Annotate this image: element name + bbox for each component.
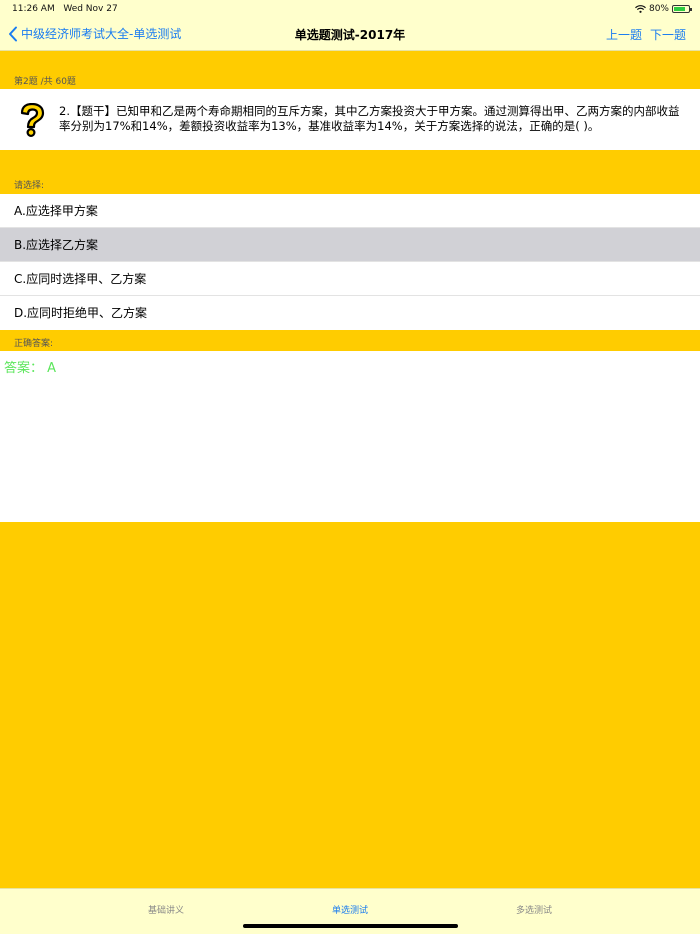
answer-header: 正确答案: [14,339,54,349]
option-a[interactable]: A.应选择甲方案 [0,194,700,228]
answer-text: 答案： A [4,361,57,376]
option-d[interactable]: D.应同时拒绝甲、乙方案 [0,296,700,330]
next-question-button[interactable]: 下一题 [650,26,686,43]
battery-percent: 80% [648,4,669,14]
back-button-label: 中级经济师考试大全-单选测试 [21,27,182,41]
question-progress: 第2题 /共 60题 [14,77,76,87]
back-button[interactable]: 中级经济师考试大全-单选测试 [8,25,181,42]
option-b[interactable]: B.应选择乙方案 [0,228,700,262]
battery-icon [672,5,692,13]
status-date: Wed Nov 27 [63,4,118,14]
tab-multiple-choice[interactable]: 多选测试 [474,903,594,916]
wifi-icon [635,5,646,13]
question-text: 2.【题干】已知甲和乙是两个寿命期相同的互斥方案，其中乙方案投资大于甲方案。通过… [59,104,680,133]
status-bar: 11:26 AM Wed Nov 27 80% [0,0,700,18]
navigation-bar: 中级经济师考试大全-单选测试 单选题测试-2017年 上一题 下一题 [0,18,700,51]
tab-basic-lectures[interactable]: 基础讲义 [106,903,226,916]
question-card: 2.【题干】已知甲和乙是两个寿命期相同的互斥方案，其中乙方案投资大于甲方案。通过… [0,89,700,150]
tab-single-choice[interactable]: 单选测试 [290,903,410,916]
chevron-left-icon [9,26,17,41]
question-mark-icon [20,103,45,137]
battery-level [674,7,685,11]
options-header: 请选择: [14,181,45,191]
previous-question-button[interactable]: 上一题 [606,26,642,43]
home-indicator[interactable] [243,924,458,928]
option-c[interactable]: C.应同时选择甲、乙方案 [0,262,700,296]
status-time: 11:26 AM [12,4,55,14]
answer-area: 答案： A [0,351,700,522]
options-list: A.应选择甲方案 B.应选择乙方案 C.应同时选择甲、乙方案 D.应同时拒绝甲、… [0,194,700,330]
